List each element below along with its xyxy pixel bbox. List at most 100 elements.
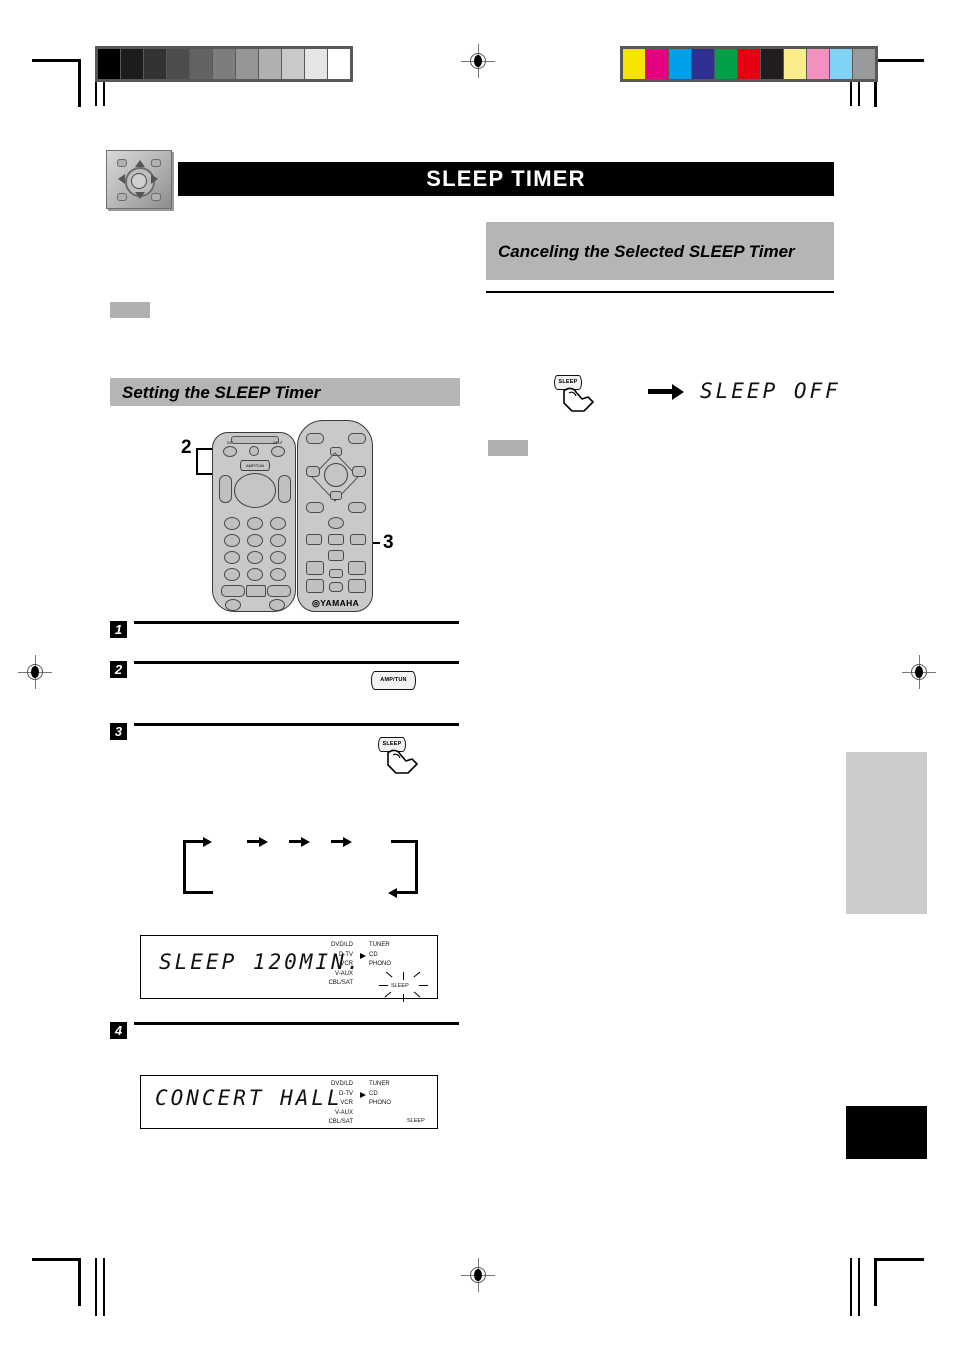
display-2-sleep-indicator: SLEEP	[407, 1118, 425, 1124]
display-2-sources-left: DVD/LD D-TV VCR V-AUX CBL/SAT	[291, 1080, 353, 1128]
grayscale-swatch	[282, 49, 304, 79]
source-label-d-tv: D-TV	[339, 951, 353, 958]
step-number-3: 3	[110, 723, 127, 740]
crop-mark-br-bar2	[850, 1258, 852, 1316]
remote-left-key-3[interactable]	[270, 517, 286, 530]
remote-left-key-8[interactable]	[247, 551, 263, 564]
crop-mark-tl-v	[78, 59, 81, 107]
remote-right-left-button[interactable]	[306, 466, 320, 477]
right-arrow-icon-cancel	[648, 384, 688, 400]
remote-right-sleep-button[interactable]	[329, 569, 343, 578]
remote-right-tv-vol-down-button[interactable]	[306, 579, 324, 593]
source-label-vcr: VCR	[340, 1100, 353, 1107]
color-swatch	[669, 49, 691, 79]
remote-left-ch-down-button[interactable]	[221, 585, 245, 597]
yamaha-brand-logo: ◎YAMAHA	[312, 598, 360, 608]
remote-right-tv-vol-up-button[interactable]	[306, 561, 324, 575]
remote-left-input-aux-button[interactable]	[269, 599, 285, 611]
remote-control-left: DSP INPUT AMP/TUN	[212, 432, 296, 612]
remote-left-input-label: INPUT	[273, 441, 283, 445]
remote-left-key-2[interactable]	[247, 517, 263, 530]
remote-left-key-plus10[interactable]	[270, 568, 286, 581]
display-1-sources-left: DVD/LD D-TV VCR V-AUX CBL/SAT	[291, 941, 353, 989]
source-label-cbl-sat: CBL/SAT	[328, 980, 353, 987]
remote-right-standby-button[interactable]	[328, 534, 344, 545]
remote-left-key-4[interactable]	[224, 534, 240, 547]
registration-target-top	[461, 44, 495, 78]
color-swatch	[830, 49, 852, 79]
crop-mark-br-bar1	[858, 1258, 860, 1316]
remote-right-input-tv-button[interactable]	[328, 550, 344, 561]
remote-left-key-9[interactable]	[270, 551, 286, 564]
remote-left-rec-reset-button[interactable]	[246, 585, 266, 597]
remote-left-key-0[interactable]	[224, 568, 240, 581]
display-panel-concert-hall: CONCERT HALL DVD/LD D-TV VCR V-AUX CBL/S…	[140, 1075, 438, 1129]
grayscale-swatch	[236, 49, 258, 79]
display-panel-sleep-120min: SLEEP 120MIN. DVD/LD D-TV VCR V-AUX CBL/…	[140, 935, 438, 1002]
remote-right-vol-up-button[interactable]	[348, 561, 366, 575]
section-heading-setting-label: Setting the SLEEP Timer	[122, 382, 321, 402]
remote-left-ch-up-button[interactable]	[267, 585, 291, 597]
sleep-timer-cycle-diagram	[183, 833, 418, 901]
source-label-dvd-ld: DVD/LD	[330, 942, 353, 948]
remote-left-key-7[interactable]	[224, 551, 240, 564]
amp-tun-button-on-remote[interactable]: AMP/TUN	[240, 460, 270, 471]
grayscale-swatch	[213, 49, 235, 79]
remote-left-center-button[interactable]	[249, 446, 259, 456]
source-label-phono: PHONO	[369, 1100, 392, 1107]
grayscale-swatch	[190, 49, 212, 79]
remote-left-key-enter[interactable]	[247, 568, 263, 581]
page-title: SLEEP TIMER	[426, 166, 586, 191]
remote-right-down-button[interactable]	[330, 491, 342, 500]
remote-right-title-button[interactable]	[306, 433, 324, 444]
remote-left-key-1[interactable]	[224, 517, 240, 530]
grayscale-calibration-bar	[95, 46, 353, 82]
rule-step-1	[134, 621, 459, 624]
registration-target-bottom	[461, 1258, 495, 1292]
amp-tun-key-graphic[interactable]: AMP/TUN	[371, 671, 416, 690]
remote-right-ab-button[interactable]	[348, 433, 366, 444]
source-label-cd: CD	[369, 951, 378, 958]
callout-3: 3	[383, 532, 394, 553]
page-edge-tab-gray	[846, 752, 927, 914]
pressing-hand-icon-cancel	[563, 387, 594, 412]
source-label-tuner: TUNER	[369, 942, 390, 948]
remote-left-key-5[interactable]	[247, 534, 263, 547]
crop-mark-br-v	[874, 1258, 877, 1306]
remote-left-dsp-label: DSP	[226, 441, 234, 445]
crop-mark-br-h	[876, 1258, 924, 1261]
registration-target-left	[18, 655, 52, 689]
source-label-cd: CD	[369, 1090, 378, 1097]
remote-right-power-tv-button[interactable]	[306, 534, 322, 545]
callout-2: 2	[181, 437, 192, 458]
remote-left-dsp-button[interactable]	[223, 446, 237, 457]
remote-right-set-menu-button[interactable]	[348, 502, 366, 513]
crop-mark-bl-bar1	[95, 1258, 97, 1316]
remote-right-mute-button[interactable]	[329, 582, 343, 592]
remote-right-right-button[interactable]	[352, 466, 366, 477]
remote-right-time-level-button[interactable]	[306, 502, 324, 513]
crop-mark-tl-h	[32, 59, 80, 62]
remote-right-vol-down-button[interactable]	[348, 579, 366, 593]
remote-left-key-6[interactable]	[270, 534, 286, 547]
color-swatch	[853, 49, 875, 79]
display-1-sources-right: TUNER CD PHONO	[369, 941, 425, 970]
registration-target-right	[902, 655, 936, 689]
source-label-phono: PHONO	[369, 961, 392, 968]
crop-mark-tr-h	[876, 59, 924, 62]
remote-left-power-button[interactable]	[225, 599, 241, 611]
section-heading-setting: Setting the SLEEP Timer	[110, 378, 460, 406]
page-edge-tab-black	[846, 1106, 927, 1159]
remote-right-power-main-button[interactable]	[328, 517, 344, 529]
page-title-bar: SLEEP TIMER	[178, 162, 834, 196]
rule-under-canceling-heading	[486, 291, 834, 293]
remote-left-jog-dial[interactable]	[234, 473, 276, 508]
display-sleep-off-text: SLEEP OFF	[700, 379, 841, 403]
grayscale-swatch	[259, 49, 281, 79]
remote-right-power-button[interactable]	[350, 534, 366, 545]
remote-left-input-button[interactable]	[271, 446, 285, 457]
section-heading-canceling: Canceling the Selected SLEEP Timer	[486, 222, 834, 280]
pressing-hand-icon-step3	[387, 749, 418, 774]
source-label-d-tv: D-TV	[339, 1090, 353, 1097]
grayscale-swatch	[144, 49, 166, 79]
